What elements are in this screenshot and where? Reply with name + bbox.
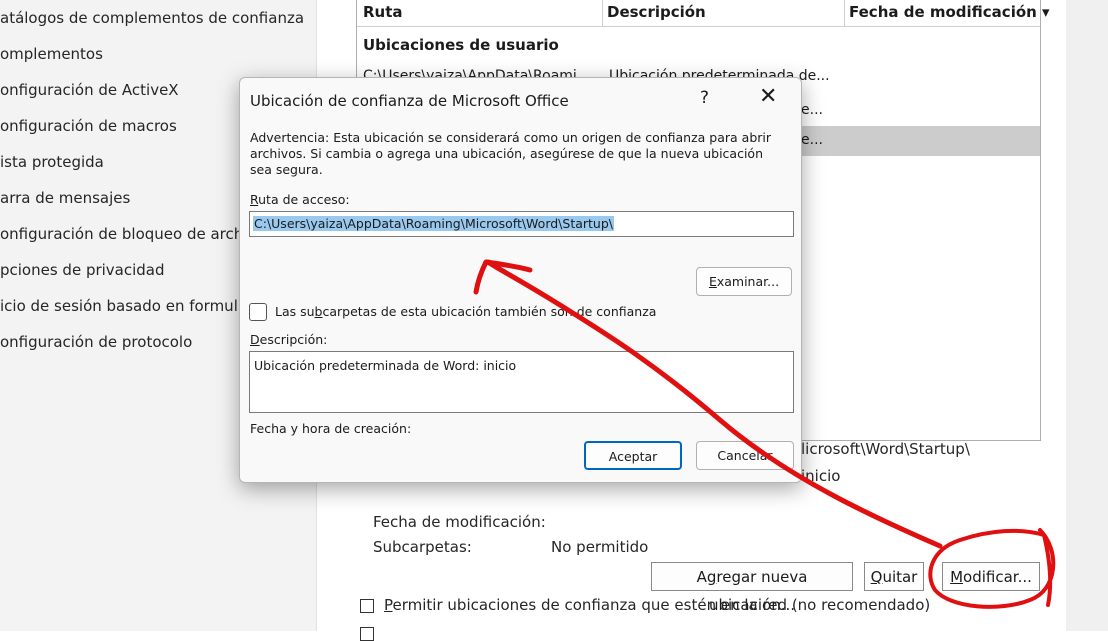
nav-item-activex[interactable]: onfiguración de ActiveX <box>0 81 179 99</box>
nav-item-label: omplementos <box>0 45 103 63</box>
nav-item-protected-view[interactable]: ista protegida <box>0 153 104 171</box>
label-text: ermitir ubicaciones de confianza que est… <box>392 596 931 614</box>
button-label: odificar... <box>963 568 1032 586</box>
button-label: A <box>696 568 707 586</box>
path-label: Ruta de acceso: <box>250 192 350 207</box>
button-accel-key: Q <box>870 568 883 586</box>
label-text: carpetas de esta ubicación también son d… <box>322 304 657 319</box>
nav-item-add-ins[interactable]: omplementos <box>0 45 103 63</box>
nav-item-macros[interactable]: onfiguración de macros <box>0 117 177 135</box>
column-header-date[interactable]: Fecha de modificación ▾ <box>849 3 1050 21</box>
add-location-button[interactable]: Agregar nueva ubicación... <box>651 562 853 614</box>
detail-path-value: licrosoft\Word\Startup\ <box>801 440 970 458</box>
button-label: xaminar... <box>716 274 780 289</box>
nav-item-message-bar[interactable]: arra de mensajes <box>0 189 130 207</box>
column-separator[interactable] <box>602 0 603 26</box>
column-header-description[interactable]: Descripción <box>607 3 706 21</box>
nav-item-label: onfiguración de macros <box>0 117 177 135</box>
subfolders-label: Las subcarpetas de esta ubicación tambié… <box>275 304 656 319</box>
detail-subfolders-value: No permitido <box>551 538 649 556</box>
ok-button[interactable]: Aceptar <box>584 441 682 470</box>
browse-button[interactable]: Examinar... <box>696 267 792 296</box>
label-accel-key: P <box>384 596 393 614</box>
nav-item-label: pciones de privacidad <box>0 261 165 279</box>
help-icon[interactable]: ? <box>700 88 709 108</box>
button-label: uitar <box>882 568 918 586</box>
description-value: Ubicación predeterminada de Word: inicio <box>254 358 517 373</box>
nav-item-label: onfiguración de ActiveX <box>0 81 179 99</box>
column-separator[interactable] <box>844 0 845 26</box>
network-locations-checkbox[interactable] <box>360 599 374 613</box>
group-user-locations: Ubicaciones de usuario <box>363 36 559 54</box>
button-accel-key: E <box>708 274 717 289</box>
right-scroll-strip <box>1066 0 1108 631</box>
created-date-label: Fecha y hora de creación: <box>250 421 412 436</box>
label-text: uta de acceso: <box>258 192 350 207</box>
nav-item-file-block[interactable]: onfiguración de bloqueo de arch <box>0 225 243 243</box>
nav-item-label: onfiguración de protocolo <box>0 333 193 351</box>
second-checkbox-partial[interactable] <box>360 627 374 641</box>
close-icon[interactable]: ✕ <box>759 84 777 109</box>
nav-item-privacy[interactable]: pciones de privacidad <box>0 261 165 279</box>
trusted-location-dialog: Ubicación de confianza de Microsoft Offi… <box>239 77 802 483</box>
nav-item-label: arra de mensajes <box>0 189 131 207</box>
button-accel-key: g <box>706 568 717 586</box>
detail-description-value: inicio <box>801 467 841 485</box>
description-textarea[interactable]: Ubicación predeterminada de Word: inicio <box>249 351 794 413</box>
column-header-path[interactable]: Ruta <box>363 3 403 21</box>
label-accel-key: D <box>250 332 260 347</box>
path-input[interactable]: C:\Users\yaiza\AppData\Roaming\Microsoft… <box>249 211 794 237</box>
network-locations-label: Permitir ubicaciones de confianza que es… <box>384 596 930 614</box>
label-accel-key: R <box>250 192 259 207</box>
detail-subfolders-label: Subcarpetas: <box>373 538 472 556</box>
dialog-warning: Advertencia: Esta ubicación se considera… <box>250 130 772 177</box>
modify-button[interactable]: Modificar... <box>942 562 1040 591</box>
button-accel-key: M <box>950 568 964 586</box>
path-input-value: C:\Users\yaiza\AppData\Roaming\Microsoft… <box>253 216 614 231</box>
subfolders-checkbox[interactable] <box>249 303 267 321</box>
label-text: Las su <box>275 304 315 319</box>
description-label: Descripción: <box>250 332 327 347</box>
nav-item-form-login[interactable]: icio de sesión basado en formul <box>0 297 238 315</box>
nav-item-label: onfiguración de bloqueo de arch <box>0 225 244 243</box>
nav-item-label: ista protegida <box>0 153 104 171</box>
nav-item-label: icio de sesión basado en formul <box>0 297 238 315</box>
nav-item-trusted-catalogs[interactable]: atálogos de complementos de confianza <box>0 9 304 27</box>
nav-item-label: atálogos de complementos de confianza <box>0 9 305 27</box>
detail-modified-label: Fecha de modificación: <box>373 513 546 531</box>
cancel-button[interactable]: Cancelar <box>696 441 794 470</box>
nav-item-protocol[interactable]: onfiguración de protocolo <box>0 333 192 351</box>
row-description: e... <box>801 132 823 148</box>
table-header: Ruta Descripción Fecha de modificación ▾ <box>357 0 1050 27</box>
label-text: escripción: <box>259 332 328 347</box>
row-description: e... <box>801 102 823 118</box>
remove-button[interactable]: Quitar <box>864 562 924 591</box>
dialog-title: Ubicación de confianza de Microsoft Offi… <box>250 92 569 110</box>
